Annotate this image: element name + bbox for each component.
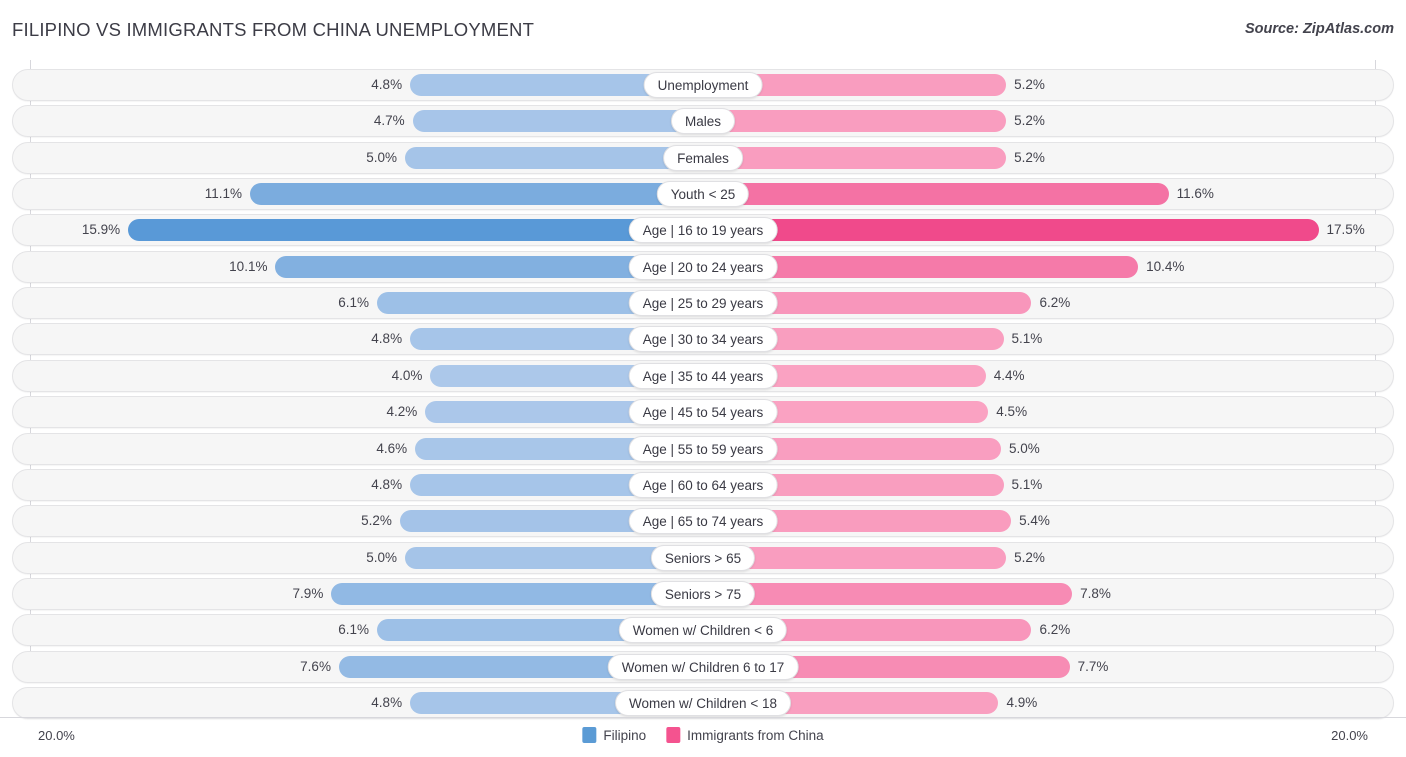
value-label-filipino: 4.8% <box>371 694 403 710</box>
value-label-filipino: 5.0% <box>366 149 397 165</box>
bar-filipino <box>405 146 703 169</box>
category-label: Unemployment <box>643 72 763 98</box>
axis-label-left: 20.0% <box>38 728 75 743</box>
value-label-immigrants-from-china: 4.5% <box>996 404 1028 420</box>
chart-row: 6.1% 6.2% Age | 25 to 29 years <box>12 287 1394 320</box>
chart-row: 4.0% 4.4% Age | 35 to 44 years <box>12 359 1394 392</box>
bar-immigrants-from-china <box>703 183 1169 206</box>
chart-row: 7.9% 7.8% Seniors > 75 <box>12 577 1394 610</box>
category-label: Age | 60 to 64 years <box>628 471 778 498</box>
value-label-filipino: 5.2% <box>361 513 392 529</box>
category-label: Age | 35 to 44 years <box>628 362 778 389</box>
source-label: Source: ZipAtlas.com <box>1244 21 1394 37</box>
value-label-immigrants-from-china: 7.7% <box>1077 658 1109 674</box>
value-label-immigrants-from-china: 5.1% <box>1011 331 1043 347</box>
chart-header: FILIPINO VS IMMIGRANTS FROM CHINA UNEMPL… <box>0 0 1406 60</box>
bar-filipino <box>250 183 703 206</box>
chart-row: 4.8% 5.1% Age | 60 to 64 years <box>12 468 1394 501</box>
value-label-immigrants-from-china: 17.5% <box>1326 222 1365 238</box>
legend-item[interactable]: Filipino <box>582 727 646 743</box>
category-label: Age | 25 to 29 years <box>628 290 778 317</box>
value-label-filipino: 7.6% <box>300 658 331 674</box>
value-label-immigrants-from-china: 5.2% <box>1014 549 1045 565</box>
chart-row: 10.1% 10.4% Age | 20 to 24 years <box>12 250 1394 283</box>
value-label-immigrants-from-china: 4.9% <box>1006 694 1038 710</box>
value-label-immigrants-from-china: 5.4% <box>1019 513 1050 529</box>
value-label-immigrants-from-china: 5.2% <box>1014 113 1045 129</box>
chart-row: 4.2% 4.5% Age | 45 to 54 years <box>12 396 1394 429</box>
page-title: FILIPINO VS IMMIGRANTS FROM CHINA UNEMPL… <box>12 19 535 40</box>
bar-immigrants-from-china <box>703 582 1073 605</box>
category-label: Women w/ Children < 18 <box>615 689 791 716</box>
category-label: Age | 20 to 24 years <box>628 253 778 280</box>
chart-row: 6.1% 6.2% Women w/ Children < 6 <box>12 614 1394 647</box>
chart-row: 4.8% 4.9% Women w/ Children < 18 <box>12 686 1394 719</box>
value-label-filipino: 11.1% <box>204 186 243 202</box>
category-label: Females <box>663 144 743 171</box>
legend-swatch-icon <box>582 727 597 743</box>
chart-footer: 20.0% Filipino Immigrants from China 20.0… <box>0 717 1406 757</box>
category-label: Women w/ Children 6 to 17 <box>607 653 799 680</box>
chart-row: 4.6% 5.0% Age | 55 to 59 years <box>12 432 1394 465</box>
category-label: Age | 30 to 34 years <box>628 326 778 353</box>
value-label-immigrants-from-china: 5.1% <box>1011 476 1043 492</box>
value-label-immigrants-from-china: 5.2% <box>1014 77 1045 92</box>
legend-swatch-icon <box>666 727 681 743</box>
category-label: Seniors > 75 <box>650 580 756 607</box>
value-label-immigrants-from-china: 5.0% <box>1009 440 1040 456</box>
value-label-immigrants-from-china: 7.8% <box>1080 585 1111 601</box>
category-label: Males <box>670 108 736 135</box>
value-label-filipino: 15.9% <box>81 222 121 238</box>
value-label-immigrants-from-china: 5.2% <box>1014 149 1045 165</box>
value-label-filipino: 4.0% <box>391 367 423 383</box>
bar-filipino <box>331 582 703 605</box>
legend-label: Immigrants from China <box>687 727 824 743</box>
axis-label-right: 20.0% <box>1331 728 1368 743</box>
value-label-immigrants-from-china: 6.2% <box>1039 622 1071 638</box>
value-label-filipino: 4.8% <box>371 476 403 492</box>
category-label: Seniors > 65 <box>650 544 756 571</box>
category-label: Women w/ Children < 6 <box>618 617 788 644</box>
value-label-filipino: 4.7% <box>373 113 405 129</box>
value-label-filipino: 10.1% <box>229 258 268 274</box>
category-label: Age | 65 to 74 years <box>628 508 778 535</box>
value-label-filipino: 4.2% <box>386 404 418 420</box>
chart-row: 5.0% 5.2% Seniors > 65 <box>12 541 1394 574</box>
bar-immigrants-from-china <box>703 110 1007 133</box>
category-label: Age | 45 to 54 years <box>628 399 778 426</box>
chart-row: 5.0% 5.2% Females <box>12 141 1394 174</box>
chart-row: 4.8% 5.2% Unemployment <box>12 69 1394 101</box>
value-label-immigrants-from-china: 10.4% <box>1146 258 1185 274</box>
category-label: Age | 16 to 19 years <box>628 217 778 244</box>
value-label-immigrants-from-china: 4.4% <box>993 367 1025 383</box>
value-label-filipino: 5.0% <box>366 549 397 565</box>
category-label: Age | 55 to 59 years <box>628 435 778 462</box>
value-label-immigrants-from-china: 6.2% <box>1039 295 1071 311</box>
bar-filipino <box>128 219 703 242</box>
category-label: Youth < 25 <box>656 181 750 208</box>
chart-row: 4.8% 5.1% Age | 30 to 34 years <box>12 323 1394 356</box>
chart-row: 7.6% 7.7% Women w/ Children 6 to 17 <box>12 650 1394 683</box>
value-label-filipino: 4.6% <box>376 440 408 456</box>
chart-row: 4.7% 5.2% Males <box>12 105 1394 138</box>
value-label-filipino: 4.8% <box>371 331 403 347</box>
bar-immigrants-from-china <box>703 219 1319 242</box>
value-label-filipino: 7.9% <box>292 585 324 601</box>
legend-item[interactable]: Immigrants from China <box>666 727 824 743</box>
value-label-immigrants-from-china: 11.6% <box>1176 186 1214 202</box>
legend-label: Filipino <box>603 727 647 743</box>
value-label-filipino: 4.8% <box>371 77 403 92</box>
chart-legend: Filipino Immigrants from China <box>582 727 824 743</box>
chart-row: 15.9% 17.5% Age | 16 to 19 years <box>12 214 1394 247</box>
chart-row: 5.2% 5.4% Age | 65 to 74 years <box>12 505 1394 538</box>
bar-immigrants-from-china <box>703 146 1007 169</box>
bar-filipino <box>412 110 703 133</box>
chart-row: 11.1% 11.6% Youth < 25 <box>12 178 1394 211</box>
chart-plot-area: 4.8% 5.2% Unemployment 4.7% 5.2% Males 5.0% 5.2… <box>0 60 1406 719</box>
value-label-filipino: 6.1% <box>338 622 370 638</box>
value-label-filipino: 6.1% <box>338 295 370 311</box>
